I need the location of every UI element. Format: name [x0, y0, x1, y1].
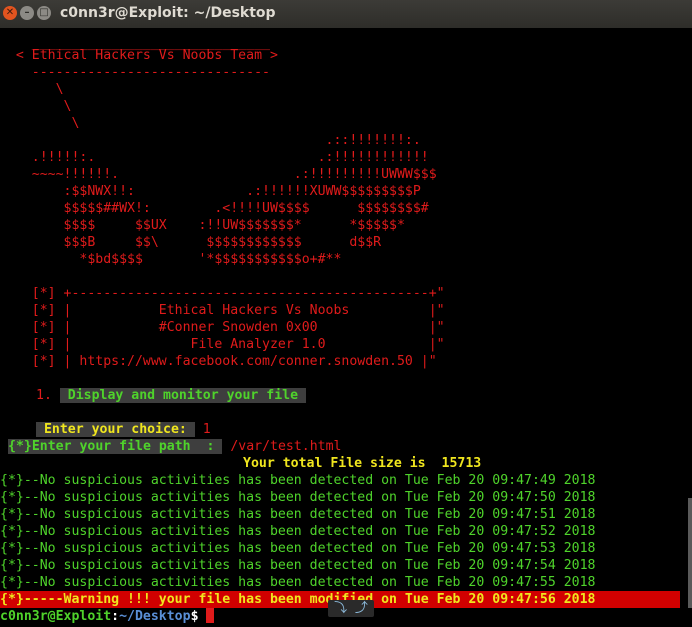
- prompt-symbol: $: [190, 609, 199, 624]
- choice-label: Enter your choice:: [36, 422, 195, 437]
- ascii-art-line: *$bd$$$$ '*$$$$$$$$$$$o+#**: [0, 252, 342, 267]
- info-box-line: [*] | #Conner Snowden 0x00 |": [0, 320, 445, 335]
- file-size-line: Your total File size is 15713: [243, 455, 481, 472]
- log-line: {*}--No suspicious activities has been d…: [0, 558, 596, 573]
- path-label: {*}Enter your file path :: [8, 439, 223, 454]
- scroll-arrows-icon[interactable]: ⤵ ⤴: [328, 600, 374, 617]
- ascii-art-line: \: [0, 116, 80, 131]
- menu-option-display-monitor: Display and monitor your file: [59, 388, 306, 403]
- info-box-line: [*] +-----------------------------------…: [0, 286, 445, 301]
- choice-value: 1: [202, 422, 211, 437]
- text-cursor: [206, 608, 215, 623]
- info-box-line: [*] | Ethical Hackers Vs Noobs |": [0, 303, 445, 318]
- prompt-path: ~/Desktop: [119, 609, 191, 624]
- log-line: {*}--No suspicious activities has been d…: [0, 575, 596, 590]
- ascii-art-line: $$$B $$\ $$$$$$$$$$$$ d$$R: [0, 235, 382, 250]
- banner-team-line: < Ethical Hackers Vs Noobs Team >: [0, 48, 278, 63]
- log-line: {*}--No suspicious activities has been d…: [0, 473, 596, 488]
- info-box-line: [*] | https://www.facebook.com/conner.sn…: [0, 354, 437, 369]
- choice-prompt: Enter your choice: 1: [36, 421, 211, 438]
- maximize-icon[interactable]: □: [37, 6, 51, 20]
- window-title: c0nn3r@Exploit: ~/Desktop: [60, 5, 276, 21]
- ascii-art-line: $$$$ $$UX :!!UW$$$$$$$* *$$$$$*: [0, 218, 405, 233]
- ascii-art-line: :$$NWX!!: .:!!!!!!XUWW$$$$$$$$$P: [0, 184, 421, 199]
- terminal-area[interactable]: ______________________________ < Ethical…: [0, 28, 692, 627]
- info-box-line: [*] | File Analyzer 1.0 |": [0, 337, 445, 352]
- ascii-art-line: .!!!!!:. .:!!!!!!!!!!!!: [0, 150, 429, 165]
- window-titlebar: ✕ – □ c0nn3r@Exploit: ~/Desktop: [0, 0, 692, 29]
- file-size-value: 15713: [441, 456, 482, 471]
- ascii-art-line: ~~~~!!!!!!. .:!!!!!!!!!UWWW$$$: [0, 167, 437, 182]
- shell-prompt[interactable]: c0nn3r@Exploit:~/Desktop$: [0, 608, 215, 625]
- banner-bottom-rule: ------------------------------: [0, 65, 270, 80]
- ascii-art-line: \: [0, 82, 64, 97]
- prompt-user-host: c0nn3r@Exploit: [0, 609, 112, 624]
- path-value: /var/test.html: [230, 439, 342, 454]
- path-prompt: {*}Enter your file path : /var/test.html: [8, 438, 341, 455]
- scrollbar[interactable]: [688, 498, 692, 608]
- menu-item: 1. Display and monitor your file: [36, 387, 306, 404]
- log-line: {*}--No suspicious activities has been d…: [0, 524, 596, 539]
- minimize-icon[interactable]: –: [20, 6, 34, 20]
- prompt-separator: :: [111, 609, 120, 624]
- log-line: {*}--No suspicious activities has been d…: [0, 507, 596, 522]
- ascii-art-line: \: [0, 99, 72, 114]
- menu-number: 1.: [36, 388, 52, 403]
- file-size-label: Your total File size is: [243, 456, 426, 471]
- ascii-art-line: .::!!!!!!!:.: [0, 133, 421, 148]
- log-line: {*}--No suspicious activities has been d…: [0, 490, 596, 505]
- log-line: {*}--No suspicious activities has been d…: [0, 541, 596, 556]
- close-icon[interactable]: ✕: [3, 6, 17, 20]
- ascii-art-line: $$$$$##WX!: .<!!!!UW$$$$ $$$$$$$$#: [0, 201, 429, 216]
